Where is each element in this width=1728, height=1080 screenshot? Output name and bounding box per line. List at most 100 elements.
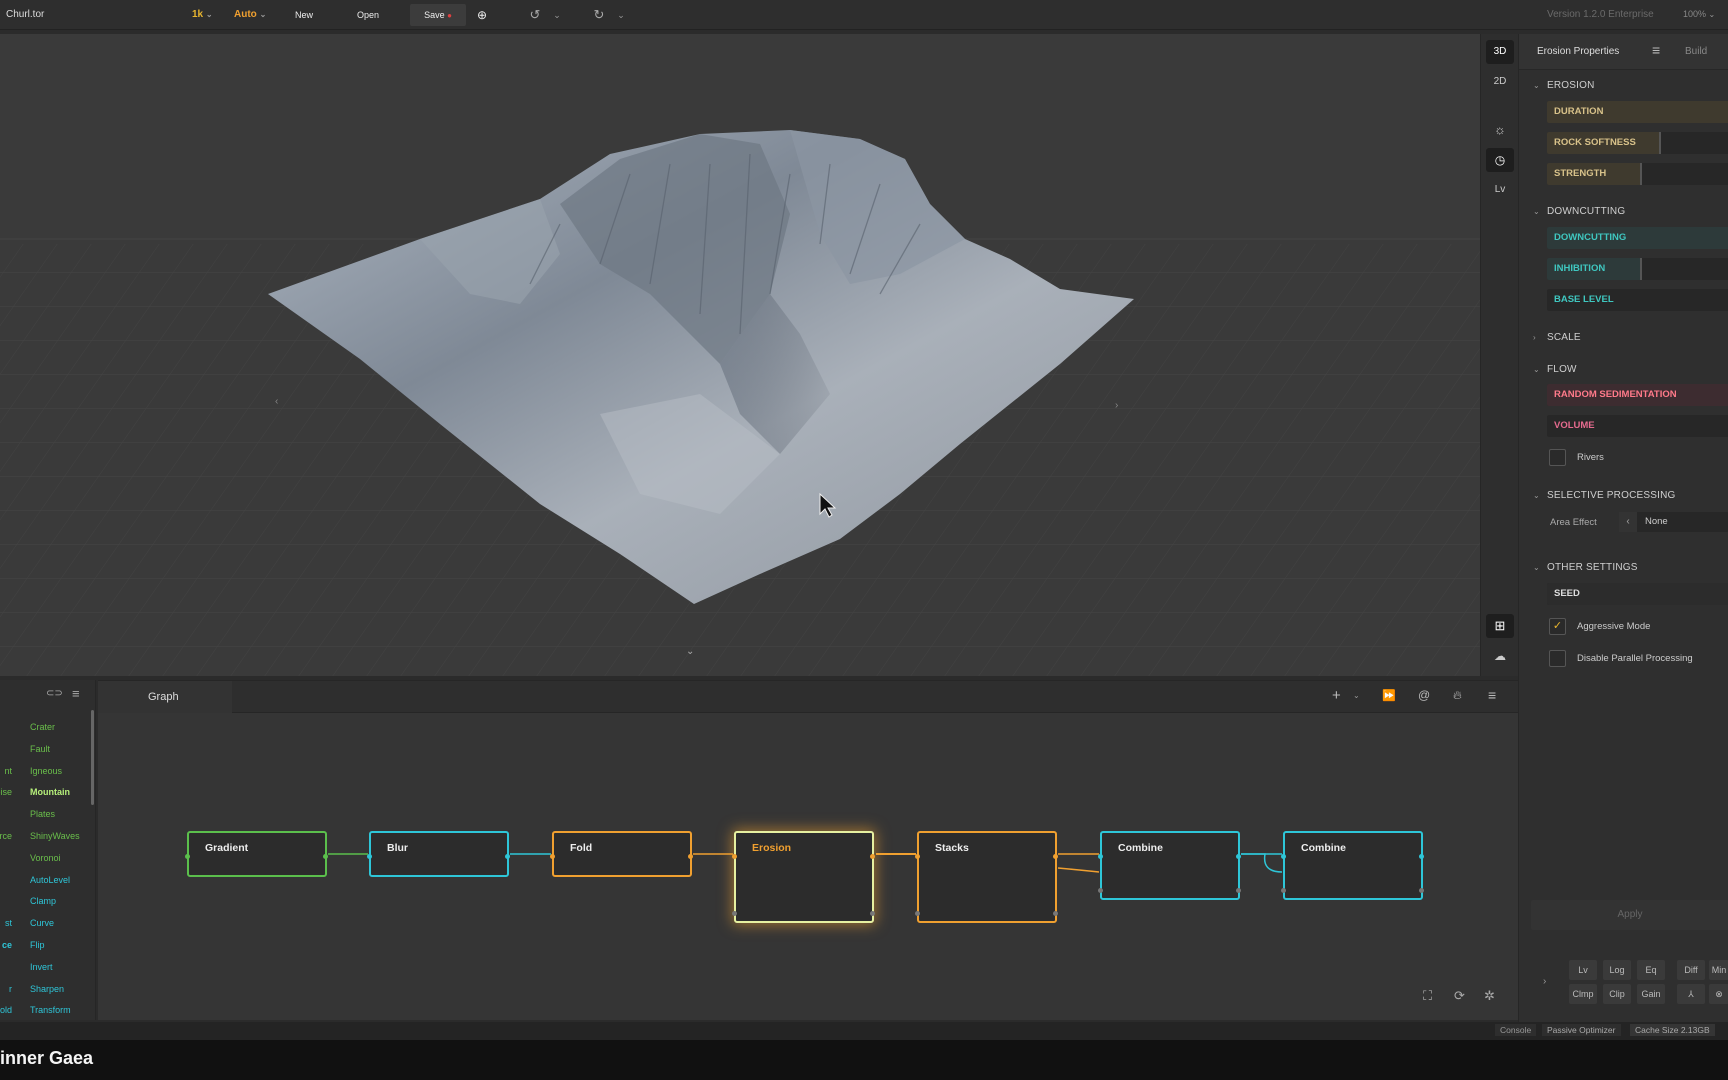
node-port[interactable] — [1281, 854, 1286, 859]
node-port[interactable] — [732, 854, 737, 859]
3d-viewport[interactable]: ‹ › ⌄ — [0, 34, 1480, 676]
library-item[interactable]: Mountain — [30, 787, 70, 797]
library-item[interactable]: Flip — [30, 940, 45, 950]
passive-optimizer-button[interactable]: Passive Optimizer — [1542, 1024, 1621, 1036]
close-tool-icon[interactable]: ⊗ — [1709, 984, 1728, 1004]
section-scale[interactable]: › SCALE — [1533, 332, 1581, 343]
view-3d-button[interactable]: 3D — [1486, 40, 1514, 64]
graph-node-erosion[interactable]: Erosion — [732, 831, 875, 923]
menu-icon[interactable]: ≡ — [72, 686, 80, 701]
node-port[interactable] — [1098, 854, 1103, 859]
rivers-checkbox[interactable] — [1549, 449, 1566, 466]
library-category-fragment[interactable]: nt — [0, 766, 12, 776]
clock-icon[interactable]: ◷ — [1486, 148, 1514, 172]
section-other-settings[interactable]: ⌄ OTHER SETTINGS — [1533, 562, 1638, 573]
node-port[interactable] — [1098, 888, 1103, 893]
strength-slider[interactable]: STRENGTH — [1547, 163, 1728, 185]
node-port[interactable] — [870, 911, 875, 916]
cloud-icon[interactable]: ☁ — [1486, 644, 1514, 668]
node-port[interactable] — [732, 911, 737, 916]
inhibition-slider[interactable]: INHIBITION — [1547, 258, 1728, 280]
library-item[interactable]: Plates — [30, 809, 55, 819]
graph-node-gradient[interactable]: Gradient — [185, 831, 328, 877]
open-button[interactable]: Open — [340, 4, 396, 26]
tool-min[interactable]: Min — [1709, 960, 1728, 980]
node-port[interactable] — [1419, 888, 1424, 893]
graph-node-combine[interactable]: Combine — [1098, 831, 1241, 900]
node-port[interactable] — [1281, 888, 1286, 893]
level-button[interactable]: Lv — [1486, 178, 1514, 202]
random-sedimentation-slider[interactable]: RANDOM SEDIMENTATION — [1547, 384, 1728, 406]
area-effect-select[interactable]: ‹ None — [1619, 512, 1728, 532]
library-item[interactable]: Voronoi — [30, 853, 61, 863]
fast-forward-icon[interactable]: ⏩ — [1382, 689, 1396, 702]
console-button[interactable]: Console — [1495, 1024, 1537, 1036]
tool-clmp[interactable]: Clmp — [1569, 984, 1597, 1004]
library-item[interactable]: Sharpen — [30, 984, 64, 994]
library-category-fragment[interactable]: r — [0, 984, 12, 994]
library-item[interactable]: Transform — [30, 1005, 71, 1015]
library-item[interactable]: Invert — [30, 962, 53, 972]
library-category-fragment[interactable]: rce — [0, 831, 12, 841]
refresh-icon[interactable]: ⟳ — [1454, 988, 1465, 1004]
undo-history-chevron-icon[interactable]: ⌄ — [550, 4, 564, 26]
node-port[interactable] — [323, 854, 328, 859]
base-level-slider[interactable]: BASE LEVEL — [1547, 289, 1728, 311]
tool-diff[interactable]: Diff — [1677, 960, 1705, 980]
new-button[interactable]: New — [276, 4, 332, 26]
graph-node-blur[interactable]: Blur — [367, 831, 510, 877]
node-port[interactable] — [688, 854, 693, 859]
node-port[interactable] — [1236, 888, 1241, 893]
graph-node-combine[interactable]: Combine — [1281, 831, 1424, 900]
node-port[interactable] — [1053, 854, 1058, 859]
node-port[interactable] — [505, 854, 510, 859]
library-item[interactable]: Curve — [30, 918, 54, 928]
library-category-fragment[interactable]: hold — [0, 1005, 12, 1015]
aggressive-mode-checkbox[interactable]: ✓ — [1549, 618, 1566, 635]
section-flow[interactable]: ⌄ FLOW — [1533, 364, 1577, 375]
volume-slider[interactable]: VOLUME — [1547, 415, 1728, 437]
section-selective-processing[interactable]: ⌄ SELECTIVE PROCESSING — [1533, 490, 1675, 501]
view-2d-button[interactable]: 2D — [1486, 70, 1514, 94]
tool-lv[interactable]: Lv — [1569, 960, 1597, 980]
node-port[interactable] — [1236, 854, 1241, 859]
undo-icon[interactable]: ↺ — [524, 4, 546, 26]
toggle-icon[interactable]: ⊂⊃ — [46, 688, 63, 699]
tool-log[interactable]: Log — [1603, 960, 1631, 980]
node-port[interactable] — [870, 854, 875, 859]
library-category-fragment[interactable]: st — [0, 918, 12, 928]
resolution-select[interactable]: 1k ⌄ — [192, 9, 213, 20]
node-port[interactable] — [915, 854, 920, 859]
curve-tool-icon[interactable]: ⅄ — [1677, 984, 1705, 1004]
grid-view-icon[interactable]: ⊞ — [1486, 614, 1514, 638]
rock-softness-slider[interactable]: ROCK SOFTNESS — [1547, 132, 1728, 154]
tool-clip[interactable]: Clip — [1603, 984, 1631, 1004]
library-item[interactable]: Fault — [30, 744, 50, 754]
library-item[interactable]: ShinyWaves — [30, 831, 80, 841]
redo-history-chevron-icon[interactable]: ⌄ — [614, 4, 628, 26]
tool-gain[interactable]: Gain — [1637, 984, 1665, 1004]
downcutting-slider[interactable]: DOWNCUTTING — [1547, 227, 1728, 249]
tab-graph[interactable]: Graph — [98, 681, 232, 713]
seed-field[interactable]: SEED — [1547, 583, 1728, 605]
library-item[interactable]: Igneous — [30, 766, 62, 776]
node-port[interactable] — [1053, 911, 1058, 916]
flame-icon[interactable]: 🔥︎ — [1453, 688, 1462, 703]
graph-node-fold[interactable]: Fold — [550, 831, 693, 877]
node-port[interactable] — [1419, 854, 1424, 859]
menu-icon[interactable]: ≡ — [1488, 687, 1496, 703]
zoom-select[interactable]: 100% ⌄ — [1683, 9, 1715, 19]
sun-icon[interactable]: ☼ — [1486, 118, 1514, 142]
tool-eq[interactable]: Eq — [1637, 960, 1665, 980]
apply-button[interactable]: Apply — [1531, 900, 1728, 930]
expand-chevron-icon[interactable]: › — [1543, 976, 1546, 987]
add-node-icon[interactable]: + — [1332, 687, 1341, 704]
add-circle-icon[interactable]: ⊕ — [472, 4, 492, 26]
save-button[interactable]: Save ● — [410, 4, 466, 26]
node-port[interactable] — [550, 854, 555, 859]
library-item[interactable]: AutoLevel — [30, 875, 70, 885]
settings-icon[interactable]: ✲ — [1484, 988, 1495, 1004]
library-category-fragment[interactable]: ce — [0, 940, 12, 950]
library-category-fragment[interactable]: oise — [0, 787, 12, 797]
menu-icon[interactable]: ≡ — [1652, 42, 1660, 58]
